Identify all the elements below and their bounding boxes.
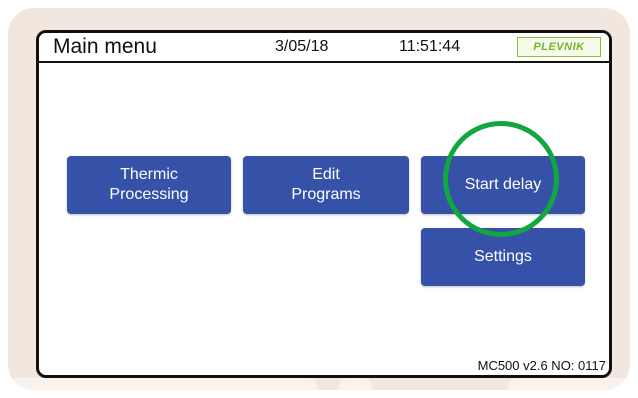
thermic-processing-button[interactable]: Thermic Processing — [67, 156, 231, 214]
edit-programs-label-line-2: Programs — [291, 186, 361, 203]
brand-logo: PLEVNIK — [517, 37, 601, 57]
settings-button[interactable]: Settings — [421, 228, 585, 286]
page-title: Main menu — [53, 35, 157, 58]
touch-screen: Main menu 3/05/18 11:51:44 PLEVNIK Therm… — [36, 30, 612, 378]
firmware-version: MC500 v2.6 NO: 0117 — [477, 358, 606, 373]
edit-programs-label-line-1: Edit — [312, 166, 340, 183]
thermic-processing-label-line-2: Processing — [109, 186, 189, 203]
start-delay-label: Start delay — [464, 176, 542, 193]
device-foot-left — [8, 378, 318, 390]
time-display: 11:51:44 — [399, 38, 461, 55]
date-display: 3/05/18 — [275, 38, 329, 55]
device-frame: Main menu 3/05/18 11:51:44 PLEVNIK Therm… — [8, 8, 630, 390]
start-delay-button[interactable]: Start delay — [421, 156, 585, 214]
edit-programs-button[interactable]: Edit Programs — [243, 156, 409, 214]
status-bar: Main menu 3/05/18 11:51:44 PLEVNIK — [39, 33, 609, 63]
device-foot-center — [338, 378, 372, 390]
device-foot-right — [508, 378, 630, 390]
thermic-processing-label-line-1: Thermic — [120, 166, 178, 183]
settings-label: Settings — [474, 248, 532, 265]
